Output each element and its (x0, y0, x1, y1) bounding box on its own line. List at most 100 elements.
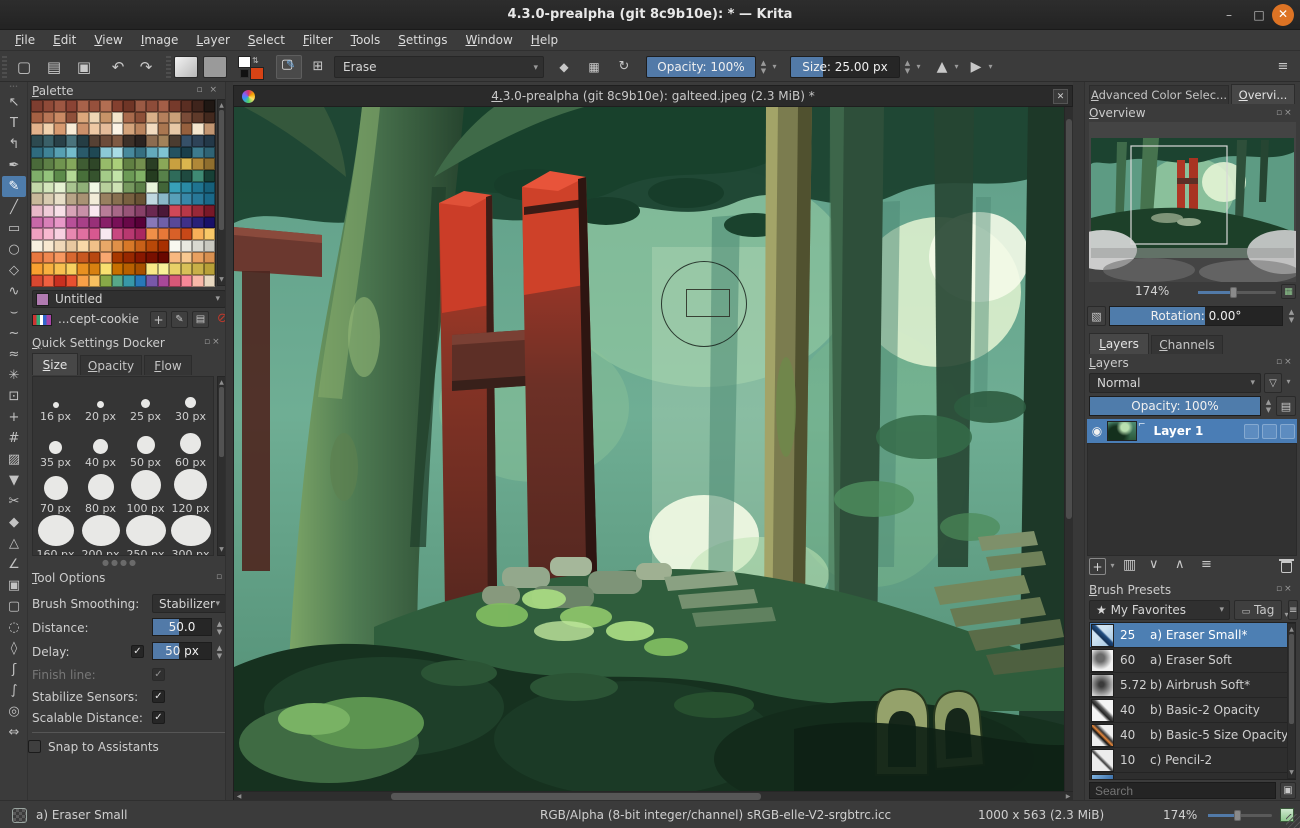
eraser-mode-icon[interactable]: ◆ (552, 55, 576, 79)
tool-options-docker-icons[interactable]: ▫ (216, 572, 224, 582)
overview-thumbnail[interactable] (1069, 122, 1300, 284)
palette-swatch[interactable] (31, 216, 43, 229)
palette-swatch[interactable] (42, 111, 54, 124)
palette-swatch[interactable] (111, 181, 123, 194)
palette-swatch[interactable] (180, 216, 192, 229)
layer-lock-icon[interactable] (1244, 423, 1259, 439)
palette-swatch[interactable] (157, 181, 169, 194)
palette-swatch[interactable] (100, 240, 112, 252)
distance-spinbox[interactable]: 50.0 (152, 618, 212, 636)
palette-swatch[interactable] (54, 251, 66, 264)
palette-swatch[interactable] (88, 158, 100, 171)
palette-swatch[interactable] (123, 111, 135, 124)
palette-swatch[interactable] (192, 181, 204, 194)
palette-swatch[interactable] (31, 146, 43, 159)
palette-swatch[interactable] (169, 146, 181, 159)
palette-swatch[interactable] (169, 216, 181, 229)
opacity-dropdown-icon[interactable]: ▾ (770, 56, 779, 78)
layer-name[interactable]: Layer 1 (1154, 424, 1244, 438)
palette-swatch[interactable] (77, 111, 89, 124)
palette-swatch[interactable] (77, 123, 89, 136)
palette-swatch[interactable] (203, 170, 215, 182)
brush-preset-row[interactable]: 5.72 b) Airbrush Soft* (1090, 673, 1295, 698)
foreground-background-colors[interactable]: ⇅ (238, 56, 268, 80)
palette-swatch[interactable] (77, 193, 89, 206)
palette-swatch[interactable] (65, 228, 77, 241)
palette-swatch[interactable] (134, 240, 146, 252)
palette-swatch[interactable] (192, 205, 204, 217)
palette-swatch[interactable] (169, 263, 181, 276)
palette-swatch[interactable] (111, 135, 123, 147)
reload-preset-icon[interactable]: ↻ (612, 55, 636, 79)
palette-swatch[interactable] (88, 228, 100, 241)
palette-swatch[interactable] (77, 275, 89, 287)
canvas-vertical-scrollbar[interactable] (1064, 107, 1073, 791)
tab-layers[interactable]: Layers (1089, 333, 1149, 354)
palette-swatch[interactable] (111, 146, 123, 159)
palette-swatch[interactable] (123, 181, 135, 194)
palette-swatch[interactable] (146, 181, 158, 194)
palette-swatch[interactable] (88, 170, 100, 182)
presets-menu-icon[interactable]: ≡ (1288, 600, 1298, 620)
palette-swatch[interactable] (42, 205, 54, 217)
swap-colors-icon[interactable]: ⇅ (252, 56, 262, 65)
layer-opacity-slider[interactable]: Opacity: 100% (1089, 396, 1261, 416)
blend-mode-combo[interactable]: Normal ▾ (1089, 373, 1261, 393)
tool-fill-icon[interactable]: ◆ (2, 512, 26, 533)
palette-swatch[interactable] (54, 181, 66, 194)
palette-swatch[interactable] (146, 123, 158, 136)
scrollbar-thumb[interactable] (1066, 119, 1072, 519)
brush-size-option[interactable]: 16 px (33, 377, 78, 423)
palette-swatch[interactable] (169, 228, 181, 241)
palette-swatch[interactable] (134, 275, 146, 287)
palette-swatch[interactable] (42, 170, 54, 182)
brush-size-option[interactable]: 40 px (78, 423, 123, 469)
tool-ellipse-select-icon[interactable]: ◌ (2, 617, 26, 638)
palette-swatch[interactable] (111, 228, 123, 241)
tool-text-icon[interactable]: T (2, 113, 26, 134)
brush-preset-row[interactable]: 60 a) Eraser Soft (1090, 648, 1295, 673)
palette-swatch[interactable] (42, 240, 54, 252)
canvas-viewport[interactable] (234, 107, 1064, 791)
brush-preset-row[interactable]: 40 b) Basic-2 Opacity (1090, 698, 1295, 723)
palette-swatch[interactable] (123, 146, 135, 159)
palette-swatch[interactable] (192, 123, 204, 136)
palette-swatch[interactable] (146, 146, 158, 159)
palette-swatch[interactable] (42, 158, 54, 171)
tool-polyline-icon[interactable]: ∿ (2, 281, 26, 302)
palette-swatch[interactable] (77, 181, 89, 194)
save-icon[interactable]: ▣ (72, 55, 96, 79)
palette-swatch[interactable] (134, 216, 146, 229)
tool-rectangle-icon[interactable]: ▭ (2, 218, 26, 239)
palette-swatch[interactable] (111, 158, 123, 171)
menu-layer[interactable]: Layer (187, 30, 238, 51)
palette-swatch[interactable] (54, 170, 66, 182)
palette-swatch[interactable] (123, 193, 135, 206)
gradient-preview-icon[interactable] (32, 314, 52, 326)
palette-swatch[interactable] (100, 228, 112, 241)
palette-swatch[interactable] (54, 228, 66, 241)
brush-size-option[interactable]: 30 px (168, 377, 213, 423)
blending-mode-combo[interactable]: Erase ▾ (334, 56, 544, 78)
layer-visibility-icon[interactable]: ◉ (1087, 424, 1107, 438)
menu-view[interactable]: View (85, 30, 131, 51)
subwindow-titlebar[interactable]: 4.3.0-prealpha (git 8c9b10e): galteed.jp… (234, 86, 1072, 107)
palette-swatch[interactable] (123, 251, 135, 264)
palette-swatch[interactable] (180, 181, 192, 194)
brush-size-option[interactable]: 50 px (123, 423, 168, 469)
delete-layer-icon[interactable] (1279, 559, 1294, 573)
menu-file[interactable]: File (6, 30, 44, 51)
palette-swatch[interactable] (157, 170, 169, 182)
palette-swatch[interactable] (42, 135, 54, 147)
palette-swatch[interactable] (192, 146, 204, 159)
subwindow-close-icon[interactable]: ✕ (1053, 89, 1068, 104)
palette-swatch[interactable] (65, 193, 77, 206)
palette-swatch[interactable] (31, 251, 43, 264)
palette-swatch[interactable] (42, 100, 54, 112)
right-panel-splitter[interactable] (1073, 82, 1085, 800)
tool-freehand-select-icon[interactable]: ʃ (2, 659, 26, 680)
palette-swatch[interactable] (146, 228, 158, 241)
tab-opacity[interactable]: Opacity (80, 355, 142, 375)
palette-swatch[interactable] (180, 135, 192, 147)
palette-swatch[interactable] (203, 158, 215, 171)
